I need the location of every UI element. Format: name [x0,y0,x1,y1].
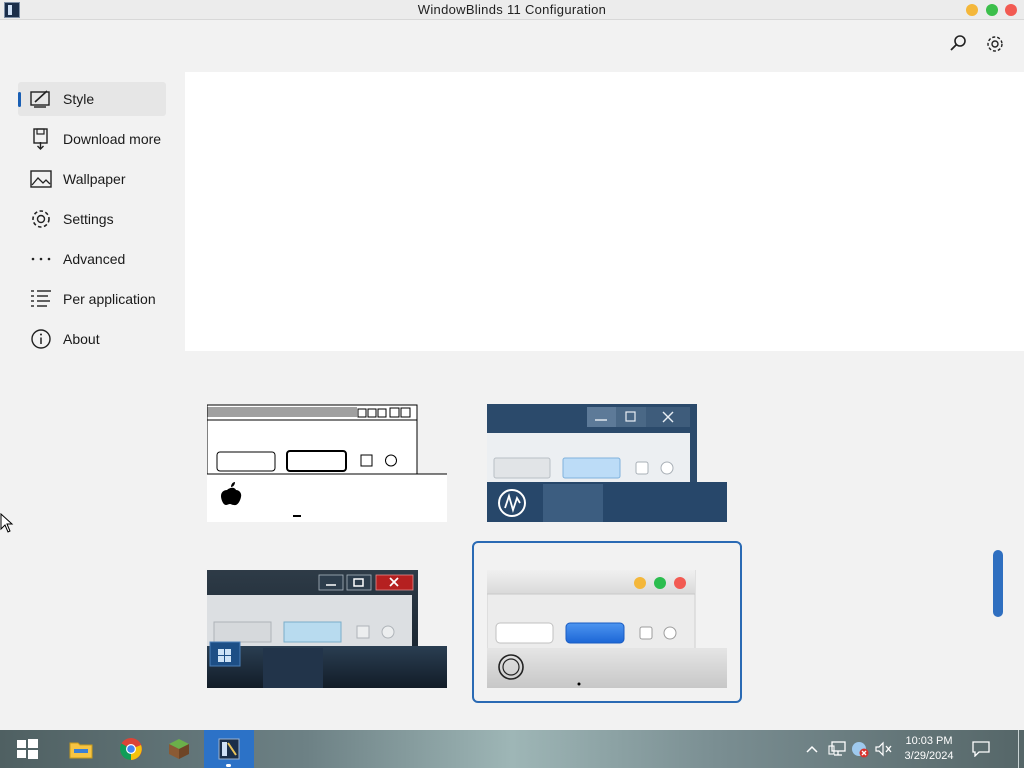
info-icon [30,328,52,350]
title-bar: WindowBlinds 11 Configuration [0,0,1024,20]
image-icon [30,168,52,190]
taskbar: 10:03 PM 3/29/2024 [0,730,1024,768]
sidebar-item-style[interactable]: Style [18,82,166,116]
window-title: WindowBlinds 11 Configuration [417,2,607,17]
sidebar-item-label: Style [63,91,95,107]
chrome-icon[interactable] [106,730,156,768]
style-thumbnail-mac-light[interactable] [486,569,727,688]
save-download-icon [30,128,52,150]
sidebar-item-label: Settings [63,211,114,227]
maximize-button[interactable] [986,4,998,16]
style-thumbnail-classic-mac[interactable] [206,404,447,522]
sidebar-item-label: About [63,331,100,347]
gear-icon [30,208,52,230]
more-dots-icon [30,248,52,270]
style-thumbnail-dark-blue[interactable] [487,404,727,522]
show-desktop-divider[interactable] [1018,730,1019,768]
close-button[interactable] [1005,4,1017,16]
sidebar-item-label: Wallpaper [63,171,126,187]
sidebar-item-per-application[interactable]: Per application [18,282,166,316]
minimize-button[interactable] [966,4,978,16]
sidebar-item-label: Download more [63,131,162,147]
sidebar-item-advanced[interactable]: Advanced [18,242,166,276]
list-icon [30,288,52,310]
style-preview-panel [185,72,1024,351]
clock-date: 3/29/2024 [904,750,954,762]
file-explorer-icon[interactable] [56,730,106,768]
scrollbar-thumb[interactable] [993,550,1003,617]
search-icon[interactable] [948,34,968,54]
notification-center-icon[interactable] [972,740,990,758]
clock[interactable]: 10:03 PM 3/29/2024 [900,734,958,764]
sidebar-item-wallpaper[interactable]: Wallpaper [18,162,166,196]
mouse-cursor-icon [0,512,14,538]
network-icon[interactable] [828,740,846,758]
sidebar-item-download-more[interactable]: Download more [18,122,166,156]
clock-time: 10:03 PM [905,735,953,747]
pen-tablet-icon [30,88,52,110]
sidebar: Style Download more Wallpaper Settings A… [18,82,166,362]
volume-muted-icon[interactable] [875,740,893,758]
sidebar-item-label: Per application [63,291,156,307]
start-icon[interactable] [2,730,52,768]
sidebar-item-label: Advanced [63,251,126,267]
windowblinds-icon[interactable] [204,730,254,768]
defender-alert-icon[interactable] [851,740,869,758]
minecraft-icon[interactable] [154,730,204,768]
gear-icon[interactable] [985,34,1005,54]
style-thumbnail-dark-aero[interactable] [207,570,447,688]
chevron-up-icon[interactable] [803,740,821,758]
sidebar-item-settings[interactable]: Settings [18,202,166,236]
sidebar-item-about[interactable]: About [18,322,166,356]
